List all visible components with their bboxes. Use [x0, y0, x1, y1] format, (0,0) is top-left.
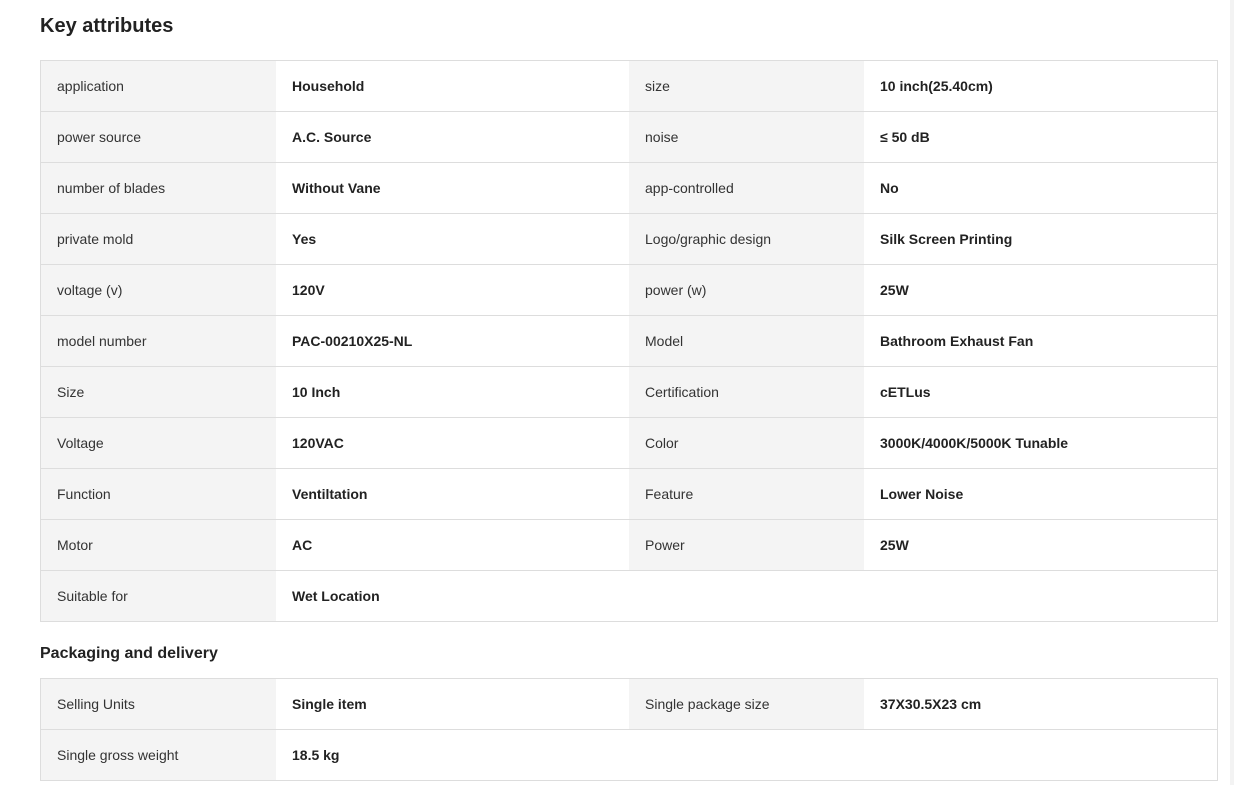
attr-value: 18.5 kg	[276, 730, 629, 780]
attr-label: Color	[629, 418, 864, 468]
attr-value: Bathroom Exhaust Fan	[864, 316, 1216, 366]
attr-label: Function	[41, 469, 276, 519]
attr-value: Ventiltation	[276, 469, 629, 519]
table-row: power source A.C. Source noise ≤ 50 dB	[41, 112, 1217, 163]
key-attributes-title: Key attributes	[40, 15, 174, 37]
attr-label: Suitable for	[41, 571, 276, 621]
attr-value: No	[864, 163, 1216, 213]
packaging-title: Packaging and delivery	[40, 645, 218, 662]
attr-value: Lower Noise	[864, 469, 1216, 519]
table-row: private mold Yes Logo/graphic design Sil…	[41, 214, 1217, 265]
attr-label: Voltage	[41, 418, 276, 468]
attr-value: 37X30.5X23 cm	[864, 679, 1216, 729]
attr-label: Logo/graphic design	[629, 214, 864, 264]
empty-cell	[629, 730, 864, 780]
attr-value: Without Vane	[276, 163, 629, 213]
attr-value: PAC-00210X25-NL	[276, 316, 629, 366]
attr-value: A.C. Source	[276, 112, 629, 162]
attr-label: Size	[41, 367, 276, 417]
table-row: Voltage 120VAC Color 3000K/4000K/5000K T…	[41, 418, 1217, 469]
attr-label: number of blades	[41, 163, 276, 213]
attr-value: ≤ 50 dB	[864, 112, 1216, 162]
table-row: Motor AC Power 25W	[41, 520, 1217, 571]
table-row: Single gross weight 18.5 kg	[41, 730, 1217, 780]
attr-label: Selling Units	[41, 679, 276, 729]
attr-label: Single gross weight	[41, 730, 276, 780]
table-row: number of blades Without Vane app-contro…	[41, 163, 1217, 214]
attr-label: model number	[41, 316, 276, 366]
attr-label: Certification	[629, 367, 864, 417]
attr-value: Yes	[276, 214, 629, 264]
attr-value: 10 inch(25.40cm)	[864, 61, 1216, 111]
attr-value: 25W	[864, 520, 1216, 570]
attr-value: AC	[276, 520, 629, 570]
attr-label: Power	[629, 520, 864, 570]
attr-label: application	[41, 61, 276, 111]
key-attributes-table: application Household size 10 inch(25.40…	[40, 60, 1218, 622]
table-row: Selling Units Single item Single package…	[41, 679, 1217, 730]
empty-cell	[864, 730, 1216, 780]
attr-value: 25W	[864, 265, 1216, 315]
attr-value: Single item	[276, 679, 629, 729]
page-edge	[1230, 0, 1234, 785]
attr-label: app-controlled	[629, 163, 864, 213]
table-row: application Household size 10 inch(25.40…	[41, 61, 1217, 112]
empty-cell	[629, 571, 864, 621]
attr-value: Household	[276, 61, 629, 111]
attr-value: 10 Inch	[276, 367, 629, 417]
attr-label: power source	[41, 112, 276, 162]
attr-label: noise	[629, 112, 864, 162]
attr-label: private mold	[41, 214, 276, 264]
table-row: Size 10 Inch Certification cETLus	[41, 367, 1217, 418]
attr-value: 3000K/4000K/5000K Tunable	[864, 418, 1216, 468]
attr-value: 120V	[276, 265, 629, 315]
table-row: voltage (v) 120V power (w) 25W	[41, 265, 1217, 316]
packaging-table: Selling Units Single item Single package…	[40, 678, 1218, 781]
attr-label: power (w)	[629, 265, 864, 315]
attr-value: cETLus	[864, 367, 1216, 417]
table-row: Suitable for Wet Location	[41, 571, 1217, 621]
attr-label: Model	[629, 316, 864, 366]
attr-label: Feature	[629, 469, 864, 519]
attr-label: size	[629, 61, 864, 111]
attr-value: Wet Location	[276, 571, 629, 621]
attr-label: Single package size	[629, 679, 864, 729]
table-row: Function Ventiltation Feature Lower Nois…	[41, 469, 1217, 520]
attr-value: Silk Screen Printing	[864, 214, 1216, 264]
table-row: model number PAC-00210X25-NL Model Bathr…	[41, 316, 1217, 367]
empty-cell	[864, 571, 1216, 621]
attr-value: 120VAC	[276, 418, 629, 468]
attr-label: Motor	[41, 520, 276, 570]
attr-label: voltage (v)	[41, 265, 276, 315]
